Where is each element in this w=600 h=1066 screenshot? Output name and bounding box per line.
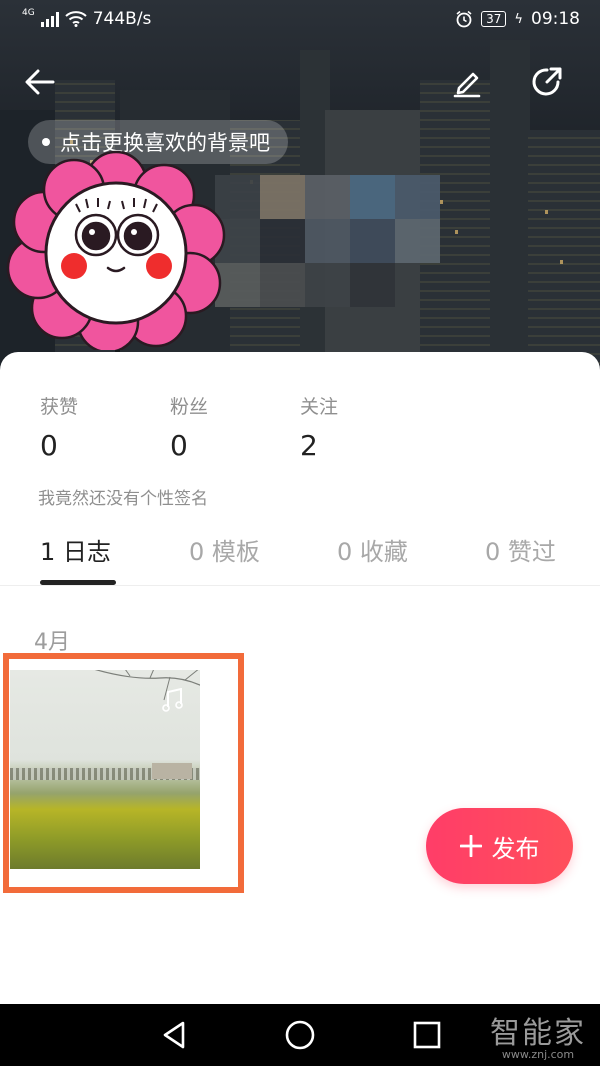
watermark-brand: 智能家 <box>490 1016 586 1051</box>
nav-back-icon[interactable] <box>157 1018 191 1052</box>
username-blurred <box>215 175 440 307</box>
stat-likes[interactable]: 获赞 0 <box>40 392 78 462</box>
alarm-icon <box>456 10 472 28</box>
back-button[interactable] <box>20 62 60 102</box>
battery-level: 37 <box>481 11 507 27</box>
flower-face-avatar-icon <box>6 150 226 354</box>
edit-profile-button[interactable] <box>447 62 487 102</box>
stat-value: 0 <box>40 429 58 462</box>
wifi-icon <box>65 11 87 27</box>
share-arrow-icon <box>532 67 562 96</box>
stat-value: 2 <box>300 429 318 462</box>
tab-liked[interactable]: 0 赞过 <box>485 532 556 567</box>
clock: 09:18 <box>531 9 580 29</box>
tab-diary[interactable]: 1 日志 <box>40 532 111 567</box>
active-tab-indicator <box>40 580 116 585</box>
watermark: 智能家 www.znj.com <box>490 1008 586 1061</box>
network-type: 4G <box>22 8 35 18</box>
bullet-dot <box>42 138 50 146</box>
avatar[interactable] <box>4 150 229 354</box>
profile-tabs: 1 日志 0 模板 0 收藏 0 赞过 <box>0 532 600 586</box>
system-navigation-bar: 智能家 www.znj.com <box>0 1004 600 1066</box>
stat-value: 0 <box>170 429 188 462</box>
status-bar: 4G 744B/s 37 ϟ 09:18 <box>0 0 600 40</box>
arrow-left-icon <box>25 69 55 95</box>
house-shape <box>152 763 192 779</box>
share-button[interactable] <box>527 62 567 102</box>
tab-favorites[interactable]: 0 收藏 <box>337 532 408 567</box>
stat-following[interactable]: 关注 2 <box>300 392 338 462</box>
nav-recents-icon[interactable] <box>410 1018 444 1052</box>
plus-icon <box>459 835 482 857</box>
pencil-icon <box>453 72 481 98</box>
nav-home-icon[interactable] <box>283 1018 317 1052</box>
month-heading: 4月 <box>34 630 70 655</box>
profile-bio[interactable]: 我竟然还没有个性签名 <box>38 484 208 509</box>
profile-card: 获赞 0 粉丝 0 关注 2 我竟然还没有个性签名 1 日志 0 模板 0 收藏… <box>0 352 600 1004</box>
tab-templates[interactable]: 0 模板 <box>189 532 260 567</box>
stat-label: 关注 <box>300 396 339 418</box>
stat-label: 粉丝 <box>170 396 209 418</box>
music-note-icon <box>162 688 183 712</box>
stat-fans[interactable]: 粉丝 0 <box>170 392 208 462</box>
publish-label: 发布 <box>491 834 540 863</box>
charging-icon: ϟ <box>514 11 523 27</box>
watermark-url: www.znj.com <box>501 1048 575 1061</box>
stat-label: 获赞 <box>40 396 79 418</box>
signal-icon <box>40 11 59 27</box>
publish-button[interactable]: 发布 <box>426 808 573 884</box>
network-speed: 744B/s <box>92 9 152 29</box>
diary-entry-thumbnail[interactable] <box>10 670 200 869</box>
